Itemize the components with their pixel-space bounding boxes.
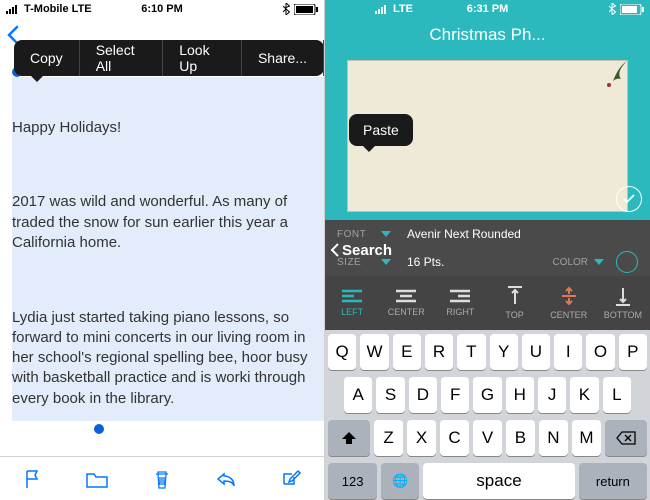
note-body[interactable]: Happy Holidays! 2017 was wild and wonder…: [12, 77, 324, 456]
key-f[interactable]: F: [441, 377, 469, 413]
folder-icon[interactable]: [85, 469, 109, 489]
reply-icon[interactable]: [215, 470, 237, 488]
return-key[interactable]: return: [579, 463, 647, 499]
key-p[interactable]: P: [619, 334, 647, 370]
note-greeting: Happy Holidays!: [12, 118, 324, 138]
bluetooth-icon: [609, 3, 616, 15]
key-n[interactable]: N: [539, 420, 568, 456]
menu-select-all[interactable]: Select All: [80, 40, 164, 76]
design-canvas[interactable]: Paste: [325, 52, 650, 220]
key-j[interactable]: J: [538, 377, 566, 413]
selection-handle-end[interactable]: [94, 424, 104, 434]
key-r[interactable]: R: [425, 334, 453, 370]
align-vcenter[interactable]: CENTER: [547, 286, 591, 320]
align-right[interactable]: RIGHT: [438, 289, 482, 317]
key-t[interactable]: T: [457, 334, 485, 370]
key-i[interactable]: I: [554, 334, 582, 370]
note-p2: Lydia just started taking piano lessons,…: [12, 308, 324, 409]
status-bar: Search LTE 6:31 PM: [325, 0, 650, 18]
menu-share[interactable]: Share...: [242, 40, 324, 76]
key-d[interactable]: D: [409, 377, 437, 413]
key-v[interactable]: V: [473, 420, 502, 456]
size-value: 16 Pts.: [407, 255, 444, 269]
key-k[interactable]: K: [570, 377, 598, 413]
key-c[interactable]: C: [440, 420, 469, 456]
design-app-screen: Search LTE 6:31 PM Christmas Ph... Paste: [325, 0, 650, 500]
key-m[interactable]: M: [572, 420, 601, 456]
app-header: Christmas Ph...: [325, 18, 650, 52]
note-p1: 2017 was wild and wonderful. As many of …: [12, 192, 324, 253]
carrier-label: LTE: [393, 3, 413, 15]
branch-decoration-icon: [593, 61, 627, 100]
key-o[interactable]: O: [586, 334, 614, 370]
bottom-toolbar: [0, 456, 324, 500]
battery-icon: [294, 4, 318, 15]
compose-icon[interactable]: [280, 468, 302, 490]
done-button[interactable]: [616, 186, 642, 212]
key-h[interactable]: H: [506, 377, 534, 413]
key-x[interactable]: X: [407, 420, 436, 456]
dropdown-icon: [594, 259, 604, 265]
color-picker[interactable]: COLOR: [552, 251, 638, 273]
status-bar: T-Mobile LTE 6:10 PM: [0, 0, 324, 18]
paste-menu[interactable]: Paste: [349, 114, 413, 146]
menu-copy[interactable]: Copy: [14, 40, 80, 76]
signal-icon: [6, 4, 20, 14]
key-e[interactable]: E: [393, 334, 421, 370]
page-title: Christmas Ph...: [429, 25, 545, 45]
carrier-label: T-Mobile LTE: [24, 3, 92, 15]
flag-icon[interactable]: [22, 468, 42, 490]
context-menu: Copy Select All Look Up Share...: [14, 40, 324, 76]
space-key[interactable]: space: [423, 463, 575, 499]
backspace-key[interactable]: [605, 420, 647, 456]
color-swatch-icon: [616, 251, 638, 273]
notes-app-screen: T-Mobile LTE 6:10 PM Copy Select All Loo…: [0, 0, 325, 500]
key-g[interactable]: G: [473, 377, 501, 413]
trash-icon[interactable]: [152, 468, 172, 490]
font-value: Avenir Next Rounded: [407, 227, 521, 241]
key-y[interactable]: Y: [490, 334, 518, 370]
key-u[interactable]: U: [522, 334, 550, 370]
battery-icon: [620, 4, 644, 15]
key-l[interactable]: L: [603, 377, 631, 413]
menu-look-up[interactable]: Look Up: [163, 40, 242, 76]
key-b[interactable]: B: [506, 420, 535, 456]
align-bottom[interactable]: BOTTOM: [601, 286, 645, 320]
bluetooth-icon: [283, 3, 290, 15]
align-top[interactable]: TOP: [493, 286, 537, 320]
